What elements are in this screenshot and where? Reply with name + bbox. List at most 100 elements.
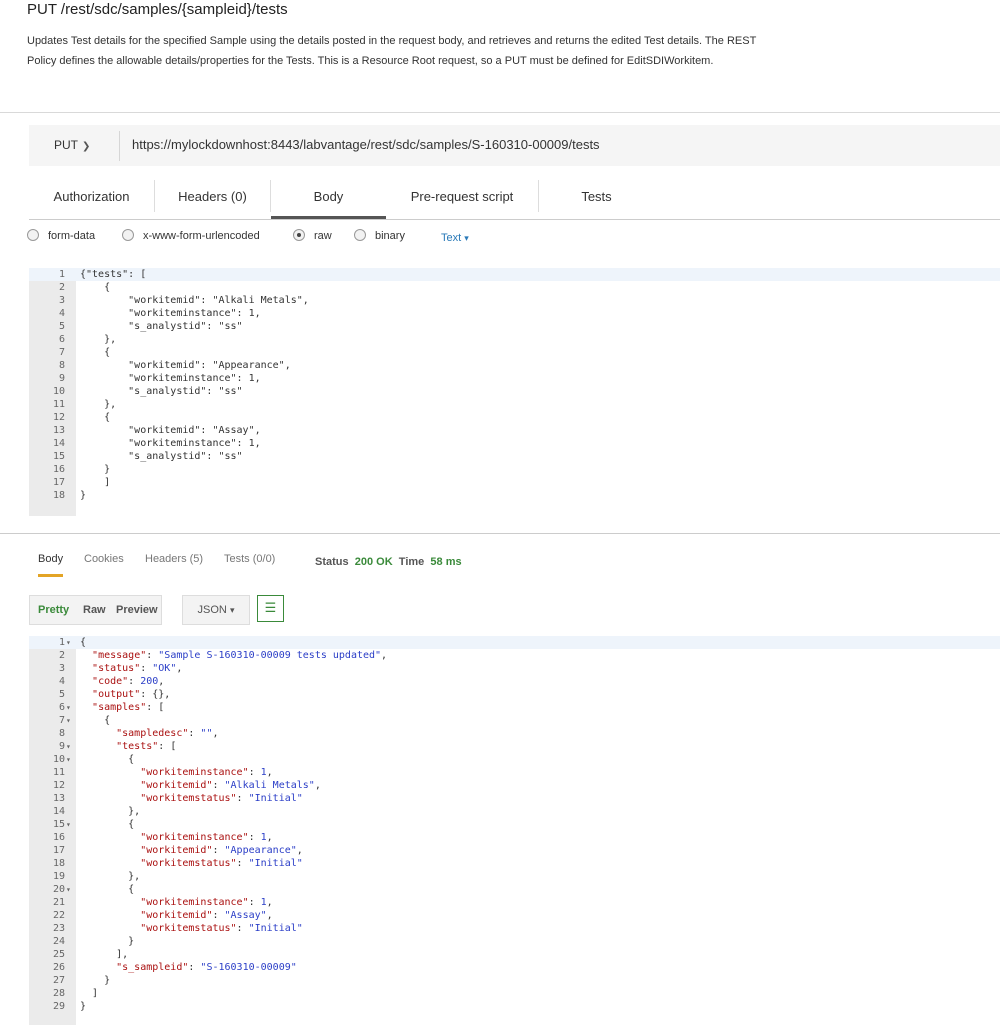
code-line: 9 ▾ "tests": [	[29, 740, 1000, 753]
line-number: 2	[58, 650, 65, 661]
line-number: 8	[58, 360, 65, 371]
line-number: 18	[52, 490, 65, 501]
code-text: }	[80, 490, 87, 501]
url-input[interactable]: https://mylockdownhost:8443/labvantage/r…	[132, 137, 600, 152]
code-text: ]	[80, 988, 99, 999]
tab-authorization[interactable]: Authorization	[29, 180, 155, 212]
line-number: 6	[58, 334, 65, 345]
code-text: "tests": [	[116, 741, 177, 752]
code-line: 6 },	[29, 333, 1000, 346]
fold-arrow-icon[interactable]: ▾	[66, 740, 76, 753]
line-number: 23	[52, 923, 65, 934]
line-number: 28	[52, 988, 65, 999]
code-line: 4 "code": 200,	[29, 675, 1000, 688]
format-select[interactable]: JSON ▾	[182, 595, 250, 625]
view-mode-group: Pretty Raw Preview	[29, 595, 162, 625]
code-line: 4 "workiteminstance": 1,	[29, 307, 1000, 320]
line-number: 19	[52, 871, 65, 882]
code-line: 23 "workitemstatus": "Initial"	[29, 922, 1000, 935]
fold-arrow-icon[interactable]: ▾	[66, 883, 76, 896]
method-select[interactable]: PUT ❯	[54, 138, 90, 152]
line-number: 11	[52, 399, 65, 410]
code-text: ],	[80, 949, 129, 960]
code-line: 17 "workitemid": "Appearance",	[29, 844, 1000, 857]
radio-label: x-www-form-urlencoded	[143, 230, 260, 242]
code-text: "workitemid": "Alkali Metals",	[80, 295, 309, 306]
line-number: 12	[52, 412, 65, 423]
line-number: 1	[58, 637, 65, 648]
code-line: 21 "workiteminstance": 1,	[29, 896, 1000, 909]
tab-response-headers[interactable]: Headers (5)	[145, 553, 203, 565]
radio-x-www-form-urlencoded[interactable]: x-www-form-urlencoded	[122, 229, 260, 242]
line-number: 8	[58, 728, 65, 739]
code-text: "code": 200,	[92, 676, 165, 687]
code-line: 9 "workiteminstance": 1,	[29, 372, 1000, 385]
tab-tests[interactable]: Tests	[539, 180, 654, 220]
line-number: 25	[52, 949, 65, 960]
code-text: {	[80, 715, 111, 726]
tab-headers[interactable]: Headers (0)	[155, 180, 271, 212]
code-text: {	[80, 754, 135, 765]
code-line: 14 },	[29, 805, 1000, 818]
code-text: "s_analystid": "ss"	[80, 451, 243, 462]
code-line: 7 ▾ {	[29, 714, 1000, 727]
tab-body[interactable]: Body	[271, 180, 386, 220]
divider	[0, 533, 1000, 534]
code-line: 13 "workitemstatus": "Initial"	[29, 792, 1000, 805]
code-line: 16 "workiteminstance": 1,	[29, 831, 1000, 844]
view-pretty-button[interactable]: Pretty	[38, 604, 69, 616]
response-body-viewer[interactable]: 1 ▾{2 "message": "Sample S-160310-00009 t…	[29, 636, 1000, 1025]
fold-arrow-icon[interactable]: ▾	[66, 701, 76, 714]
line-number: 2	[58, 282, 65, 293]
fold-arrow-icon[interactable]: ▾	[66, 818, 76, 831]
code-text: {	[80, 884, 135, 895]
line-number: 26	[52, 962, 65, 973]
code-text: "workitemid": "Appearance",	[140, 845, 303, 856]
code-text: },	[80, 334, 117, 345]
method-label: PUT	[54, 138, 78, 152]
wrap-lines-icon[interactable]: ☰	[257, 595, 284, 622]
code-line: 7 {	[29, 346, 1000, 359]
code-text: "workitemid": "Alkali Metals",	[140, 780, 321, 791]
radio-raw[interactable]: raw	[293, 229, 332, 242]
code-line: 22 "workitemid": "Assay",	[29, 909, 1000, 922]
code-text: },	[80, 399, 117, 410]
code-text: "workiteminstance": 1,	[80, 373, 261, 384]
code-text: "workitemstatus": "Initial"	[140, 858, 303, 869]
request-url-bar: PUT ❯ https://mylockdownhost:8443/labvant…	[29, 125, 1000, 166]
code-text: "workitemid": "Appearance",	[80, 360, 291, 371]
page-title: PUT /rest/sdc/samples/{sampleid}/tests	[27, 1, 288, 18]
code-text: "workiteminstance": 1,	[140, 767, 273, 778]
tab-cookies[interactable]: Cookies	[84, 553, 124, 565]
line-number: 22	[52, 910, 65, 921]
tab-response-tests[interactable]: Tests (0/0)	[224, 553, 275, 565]
request-body-editor[interactable]: 1 {"tests": [2 {3 "workitemid": "Alkali M…	[29, 268, 1000, 516]
tab-response-body[interactable]: Body	[38, 553, 64, 577]
code-text: {"tests": [	[80, 269, 147, 280]
content-type-label: Text	[441, 232, 462, 244]
fold-arrow-icon[interactable]: ▾	[66, 753, 76, 766]
line-number: 5	[58, 689, 65, 700]
line-number: 27	[52, 975, 65, 986]
code-text: "workiteminstance": 1,	[80, 308, 261, 319]
content-type-select[interactable]: Text ▾	[441, 232, 469, 244]
fold-arrow-icon[interactable]: ▾	[66, 714, 76, 727]
line-number: 11	[52, 767, 65, 778]
radio-binary[interactable]: binary	[354, 229, 405, 242]
line-number: 4	[58, 676, 65, 687]
view-preview-button[interactable]: Preview	[116, 604, 158, 616]
line-number: 13	[52, 793, 65, 804]
code-text: },	[80, 806, 141, 817]
code-text: "s_sampleid": "S-160310-00009"	[116, 962, 297, 973]
code-line: 18 "workitemstatus": "Initial"	[29, 857, 1000, 870]
code-line: 1 ▾ {	[29, 636, 1000, 649]
code-line: 5 "output": {},	[29, 688, 1000, 701]
code-line: 14 "workiteminstance": 1,	[29, 437, 1000, 450]
tab-pre-request-script[interactable]: Pre-request script	[386, 180, 539, 212]
code-line: 12 {	[29, 411, 1000, 424]
fold-arrow-icon[interactable]: ▾	[66, 636, 76, 649]
view-raw-button[interactable]: Raw	[83, 604, 106, 616]
line-number: 10	[52, 754, 65, 765]
divider	[29, 219, 1000, 220]
radio-form-data[interactable]: form-data	[27, 229, 95, 242]
